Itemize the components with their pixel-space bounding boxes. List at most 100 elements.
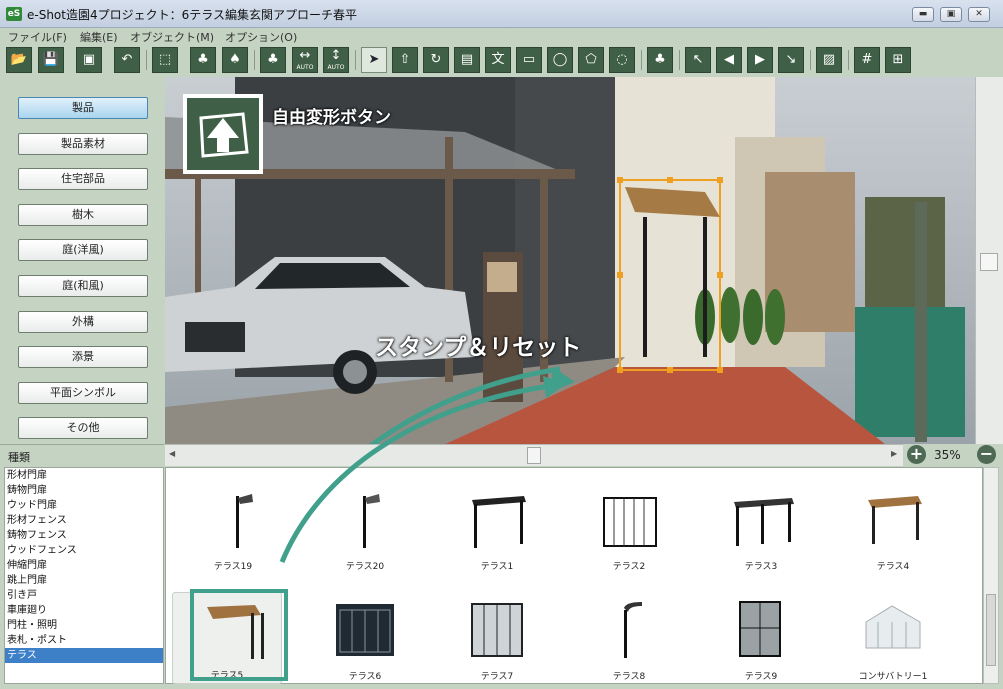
- list-item[interactable]: 引き戸: [5, 588, 163, 603]
- stamp-reset-caption: スタンプ＆リセット: [375, 335, 582, 361]
- photo-icon[interactable]: ▣: [76, 47, 102, 73]
- product-item[interactable]: テラス3: [706, 482, 816, 574]
- menu-file[interactable]: ファイル(F): [8, 29, 67, 45]
- category-product-materials-button[interactable]: 製品素材: [18, 133, 148, 155]
- product-item[interactable]: テラス8: [574, 592, 684, 684]
- auto-horizontal-button[interactable]: ↔ AUTO: [292, 47, 318, 73]
- scroll-right-icon[interactable]: ▶: [891, 449, 897, 458]
- auto-label: AUTO: [327, 64, 345, 71]
- toolbar-separator: [641, 50, 642, 70]
- rotate-icon[interactable]: ↻: [423, 47, 449, 73]
- list-item[interactable]: ウッド門扉: [5, 498, 163, 513]
- product-item[interactable]: テラス19: [178, 482, 288, 574]
- menu-edit[interactable]: 編集(E): [80, 29, 118, 45]
- list-item[interactable]: ウッドフェンス: [5, 543, 163, 558]
- auto-label: AUTO: [296, 64, 314, 71]
- product-label: テラス9: [744, 672, 778, 682]
- polygon-select-icon[interactable]: ⬠: [578, 47, 604, 73]
- list-item[interactable]: 伸縮門扉: [5, 558, 163, 573]
- free-transform-badge: [183, 94, 263, 174]
- undo-icon[interactable]: ↶: [114, 47, 140, 73]
- product-item[interactable]: テラス2: [574, 482, 684, 574]
- select-arrow-icon[interactable]: ➤: [361, 47, 387, 73]
- list-item[interactable]: 形材門扉: [5, 468, 163, 483]
- auto-vertical-button[interactable]: ↕ AUTO: [323, 47, 349, 73]
- move-up-left-icon[interactable]: ↖: [685, 47, 711, 73]
- category-house-parts-button[interactable]: 住宅部品: [18, 168, 148, 190]
- app-icon: eS: [6, 7, 22, 21]
- product-item[interactable]: テラス9: [706, 592, 816, 684]
- terrace-wood-icon: [868, 496, 922, 544]
- category-western-garden-button[interactable]: 庭(洋風): [18, 239, 148, 261]
- product-item[interactable]: コンサバトリー1: [838, 592, 948, 684]
- list-item[interactable]: 鋳物門扉: [5, 483, 163, 498]
- open-icon[interactable]: 📂: [6, 47, 32, 73]
- forest-icon[interactable]: ♣: [260, 47, 286, 73]
- save-icon[interactable]: 💾: [38, 47, 64, 73]
- close-button[interactable]: ✕: [968, 7, 990, 22]
- product-item[interactable]: テラス7: [442, 592, 552, 684]
- scroll-left-icon[interactable]: ◀: [169, 449, 175, 458]
- category-plan-symbols-button[interactable]: 平面シンボル: [18, 382, 148, 404]
- free-transform-icon[interactable]: ⇧: [392, 47, 418, 73]
- list-item[interactable]: 形材フェンス: [5, 513, 163, 528]
- product-label: テラス2: [612, 562, 646, 572]
- paste-icon[interactable]: ⬚: [152, 47, 178, 73]
- product-label: テラス3: [744, 562, 778, 572]
- list-item[interactable]: 車庫廻り: [5, 603, 163, 618]
- move-left-icon[interactable]: ◀: [716, 47, 742, 73]
- category-trees-button[interactable]: 樹木: [18, 204, 148, 226]
- terrace-pergola-icon: [734, 498, 794, 546]
- product-item[interactable]: テラス20: [310, 482, 420, 574]
- window-title: e-Shot造園4プロジェクト：6テラス編集玄関アプローチ春平: [27, 8, 358, 22]
- minimize-button[interactable]: ▬: [912, 7, 934, 22]
- image-icon[interactable]: ▤: [454, 47, 480, 73]
- product-item[interactable]: テラス4: [838, 482, 948, 574]
- grid-icon[interactable]: #: [854, 47, 880, 73]
- ellipse-select-icon[interactable]: ◯: [547, 47, 573, 73]
- hatch-icon[interactable]: ▨: [816, 47, 842, 73]
- photo-canvas[interactable]: [165, 77, 975, 444]
- list-item-selected[interactable]: テラス: [5, 648, 163, 663]
- toolbar: 📂 💾 ▣ ↶ ⬚ ♣ ♠ ♣ ↔ AUTO ↕ AUTO ➤ ⇧ ↻ ▤ 文 …: [0, 44, 1003, 76]
- terrace-enclosure-icon: [471, 603, 523, 657]
- product-label: テラス1: [480, 562, 514, 572]
- product-label: テラス6: [348, 672, 382, 682]
- canvas-vertical-scrollbar[interactable]: [975, 77, 1003, 444]
- menu-object[interactable]: オブジェクト(M): [130, 29, 214, 45]
- category-japanese-garden-button[interactable]: 庭(和風): [18, 275, 148, 297]
- type-list: 形材門扉 鋳物門扉 ウッド門扉 形材フェンス 鋳物フェンス ウッドフェンス 伸縮…: [4, 467, 164, 684]
- product-item[interactable]: テラス1: [442, 482, 552, 574]
- zoom-out-button[interactable]: −: [977, 445, 996, 464]
- category-products-button[interactable]: 製品: [18, 97, 148, 119]
- toolbar-separator: [848, 50, 849, 70]
- product-label: テラス4: [876, 562, 910, 572]
- text-icon[interactable]: 文: [485, 47, 511, 73]
- category-accessories-button[interactable]: 添景: [18, 346, 148, 368]
- tree-import-icon[interactable]: ♠: [222, 47, 248, 73]
- zoom-in-button[interactable]: +: [907, 445, 926, 464]
- lasso-icon[interactable]: ◌: [609, 47, 635, 73]
- maximize-button[interactable]: ▣: [940, 7, 962, 22]
- scrollbar-thumb[interactable]: [980, 253, 998, 271]
- product-label: テラス7: [480, 672, 514, 682]
- rect-select-icon[interactable]: ▭: [516, 47, 542, 73]
- terrace-pergola-icon: [472, 496, 526, 548]
- grid-settings-icon[interactable]: ⊞: [885, 47, 911, 73]
- list-item[interactable]: 跳上門扉: [5, 573, 163, 588]
- list-item[interactable]: 表札・ポスト: [5, 633, 163, 648]
- category-other-button[interactable]: その他: [18, 417, 148, 439]
- move-right-icon[interactable]: ▶: [747, 47, 773, 73]
- list-item[interactable]: 門柱・照明: [5, 618, 163, 633]
- list-item[interactable]: 鋳物フェンス: [5, 528, 163, 543]
- scrollbar-thumb[interactable]: [527, 447, 541, 464]
- category-exterior-button[interactable]: 外構: [18, 311, 148, 333]
- trees-icon[interactable]: ♣: [190, 47, 216, 73]
- move-down-right-icon[interactable]: ↘: [778, 47, 804, 73]
- tree-group-icon[interactable]: ♣: [647, 47, 673, 73]
- scrollbar-thumb[interactable]: [986, 594, 996, 666]
- menu-options[interactable]: オプション(O): [225, 29, 297, 45]
- canvas-horizontal-scrollbar[interactable]: ◀ ▶: [165, 444, 903, 466]
- gallery-scrollbar[interactable]: [983, 467, 999, 684]
- product-item[interactable]: テラス6: [310, 592, 420, 684]
